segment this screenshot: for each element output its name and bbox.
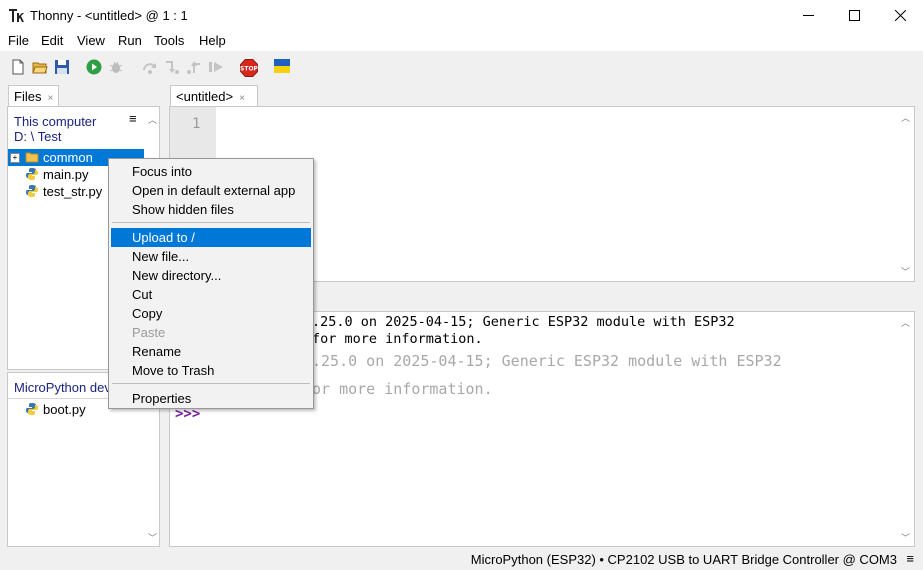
menu-item-move-to-trash[interactable]: Move to Trash [111,361,311,380]
debug-icon[interactable] [108,59,124,75]
menu-file[interactable]: File [8,33,29,48]
resume-icon[interactable] [208,59,224,75]
menu-item-show-hidden-files[interactable]: Show hidden files [111,200,311,219]
menu-item-new-file[interactable]: New file... [111,247,311,266]
menu-separator [112,383,310,384]
files-menu-icon[interactable]: ≡ [129,111,137,126]
tree-item-label: common [43,150,93,165]
menu-item-cut[interactable]: Cut [111,285,311,304]
tab-files[interactable]: Files × [8,85,59,107]
step-over-icon[interactable] [142,59,158,75]
thonny-app-icon [8,7,24,23]
expand-icon[interactable]: + [10,153,20,163]
step-out-icon[interactable] [186,59,202,75]
interpreter-status[interactable]: MicroPython (ESP32) • CP2102 USB to UART… [471,552,897,567]
minimize-button[interactable] [785,0,831,31]
tree-item-label: test_str.py [43,184,103,199]
python-file-icon [25,184,39,198]
menu-run[interactable]: Run [118,33,142,48]
scroll-down-icon[interactable]: ﹀ [901,265,910,278]
status-menu-icon[interactable]: ≡ [906,551,914,566]
toolbar: STOP [0,51,923,83]
menu-item-paste: Paste [132,325,166,340]
scroll-up-icon[interactable]: ︿ [148,113,157,126]
maximize-button[interactable] [831,0,877,31]
tab-untitled-label: <untitled> [176,89,234,104]
tree-item-label: boot.py [43,402,86,417]
close-tab-icon[interactable]: × [47,93,53,104]
open-file-icon[interactable] [32,59,48,75]
menu-item-copy[interactable]: Copy [111,304,311,323]
new-file-icon[interactable] [10,59,26,75]
scroll-down-icon[interactable]: ﹀ [901,531,910,544]
shell-output-line: .25.0 on 2025-04-15; Generic ESP32 modul… [312,314,735,330]
menu-item-open-external[interactable]: Open in default external app [111,181,311,200]
menu-item-new-directory[interactable]: New directory... [111,266,311,285]
svg-text:STOP: STOP [240,66,258,73]
tree-item-label: main.py [43,167,89,182]
menu-item-rename[interactable]: Rename [111,342,311,361]
menu-item-properties[interactable]: Properties [111,389,311,408]
menu-bar: File Edit View Run Tools Help [0,31,923,51]
python-file-icon [25,402,39,416]
shell-output-line-faded: or more information. [312,380,493,398]
window-title: Thonny - <untitled> @ 1 : 1 [30,8,188,23]
menu-help[interactable]: Help [199,33,226,48]
stop-icon[interactable]: STOP [240,59,259,77]
context-menu: Focus into Open in default external app … [108,158,314,409]
tab-files-label: Files [14,89,42,104]
tab-untitled[interactable]: <untitled> × [170,85,258,107]
scroll-down-icon[interactable]: ﹀ [148,531,157,544]
status-bar: MicroPython (ESP32) • CP2102 USB to UART… [0,547,923,570]
close-button[interactable] [877,0,923,31]
menu-edit[interactable]: Edit [41,33,63,48]
menu-item-upload[interactable]: Upload to / [111,228,311,247]
line-number: 1 [192,116,201,132]
menu-item-focus-into[interactable]: Focus into [111,162,311,181]
menu-tools[interactable]: Tools [154,33,184,48]
step-into-icon[interactable] [164,59,180,75]
location-title[interactable]: This computer [14,114,96,129]
scroll-up-icon[interactable]: ︿ [901,111,910,124]
close-tab-icon[interactable]: × [239,93,245,104]
scroll-up-icon[interactable]: ︿ [901,316,910,329]
location-path[interactable]: D: \ Test [14,129,61,144]
menu-separator [112,222,310,223]
shell-output-line: for more information. [312,331,483,347]
shell-output-line-faded: .25.0 on 2025-04-15; Generic ESP32 modul… [312,352,782,370]
python-file-icon [25,167,39,181]
run-icon[interactable] [86,59,102,75]
save-icon[interactable] [54,59,70,75]
title-bar: Thonny - <untitled> @ 1 : 1 [0,0,923,31]
menu-view[interactable]: View [77,33,105,48]
ukraine-flag-icon[interactable] [274,59,290,73]
